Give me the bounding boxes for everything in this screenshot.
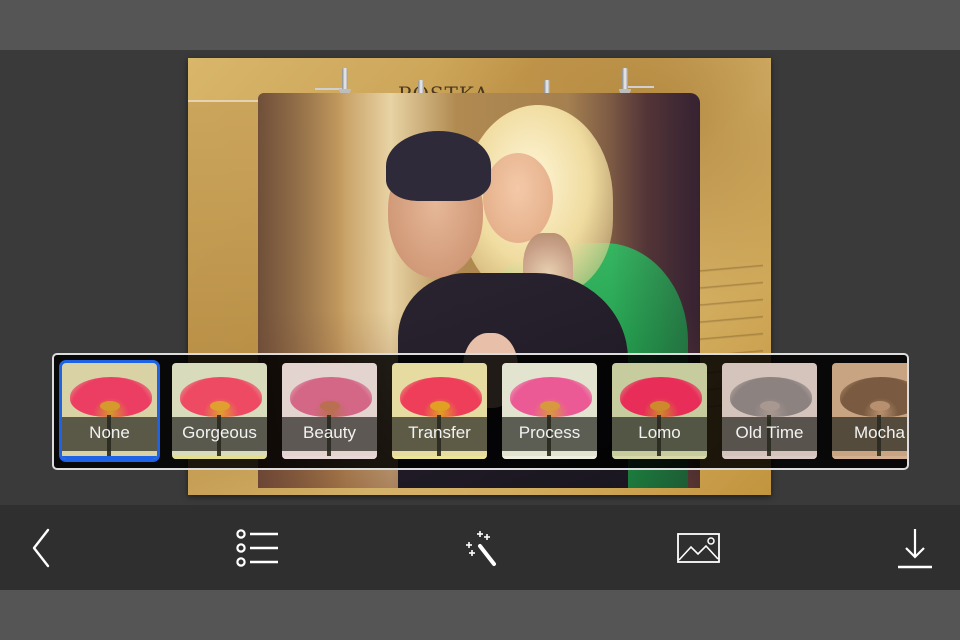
filter-option[interactable]: Process (502, 363, 597, 459)
filter-option[interactable]: None (59, 360, 160, 462)
filter-option[interactable]: Mocha (832, 363, 907, 459)
flower-icon (180, 377, 262, 417)
flower-icon (510, 377, 592, 417)
filter-label: Beauty (303, 423, 356, 442)
filter-underline (392, 456, 487, 459)
filter-label: None (89, 423, 130, 442)
filter-underline (172, 456, 267, 459)
effects-button[interactable] (445, 505, 515, 590)
filter-strip[interactable]: None Gorgeous Beauty Transfer Process Lomo Old… (52, 353, 909, 470)
save-button[interactable] (880, 505, 950, 590)
flower-center (760, 401, 780, 411)
bottom-toolbar (0, 505, 960, 590)
filter-label: Mocha (853, 423, 906, 442)
image-icon (677, 532, 720, 563)
flower-icon (840, 377, 907, 417)
top-bar (0, 0, 960, 50)
hanging-clip (619, 68, 631, 95)
filter-option[interactable]: Gorgeous (172, 363, 267, 459)
flower-center (650, 401, 670, 411)
filter-option[interactable]: Old Time (722, 363, 817, 459)
flower-center (320, 401, 340, 411)
filter-underline (722, 456, 817, 459)
flower-center (100, 401, 120, 411)
filter-underline (62, 456, 157, 459)
filter-option[interactable]: Lomo (612, 363, 707, 459)
flower-icon (400, 377, 482, 417)
filter-underline (282, 456, 377, 459)
frames-list-button[interactable] (224, 505, 294, 590)
flower-icon (70, 377, 152, 417)
flower-icon (290, 377, 372, 417)
filter-list: None Gorgeous Beauty Transfer Process Lomo Old… (59, 360, 907, 463)
filter-underline (502, 456, 597, 459)
filter-option[interactable]: Beauty (282, 363, 377, 459)
filter-label: Old Time (735, 423, 804, 442)
filter-label: Process (518, 423, 581, 442)
chevron-left-icon (32, 528, 50, 567)
back-button[interactable] (8, 505, 78, 590)
filter-underline (612, 456, 707, 459)
clip-arm (628, 86, 654, 88)
bottom-bar (0, 590, 960, 640)
flower-center (430, 401, 450, 411)
filter-underline (832, 456, 907, 459)
list-icon (236, 528, 278, 567)
filter-option[interactable]: Transfer (392, 363, 487, 459)
hanging-clip (339, 68, 351, 95)
gallery-button[interactable] (664, 505, 734, 590)
flower-center (540, 401, 560, 411)
filter-label: Transfer (408, 423, 471, 442)
filter-label: Gorgeous (182, 423, 257, 442)
flower-icon (620, 377, 702, 417)
magic-wand-icon (466, 530, 496, 566)
filter-label: Lomo (638, 423, 681, 442)
flower-icon (730, 377, 812, 417)
download-icon (898, 528, 932, 568)
flower-center (870, 401, 890, 411)
flower-center (210, 401, 230, 411)
